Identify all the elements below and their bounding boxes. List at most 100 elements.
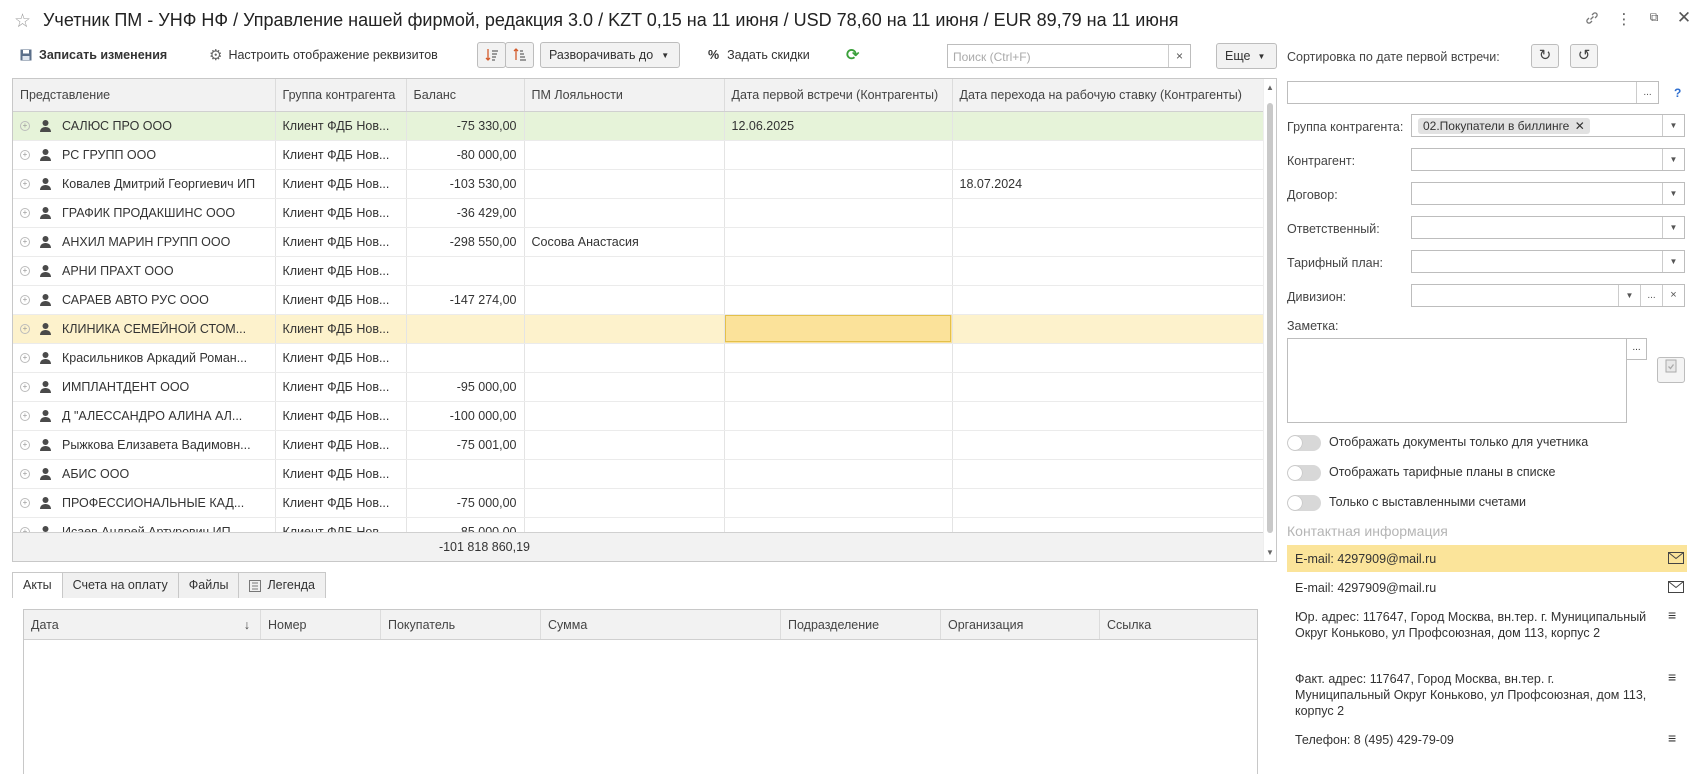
cell-balance[interactable] xyxy=(406,459,525,489)
cell-name[interactable]: + АБИС ООО xyxy=(13,459,276,489)
table-row[interactable]: + САРАЕВ АВТО РУС ООО Клиент ФДБ Нов... -14… xyxy=(13,285,1265,315)
responsible-field[interactable]: ▼ xyxy=(1411,216,1685,239)
cell-first-meeting[interactable] xyxy=(724,140,953,170)
expand-row-icon[interactable]: + xyxy=(20,497,30,508)
toggle-docs-only-accountant[interactable] xyxy=(1287,435,1321,451)
table-row[interactable]: + РС ГРУПП ООО Клиент ФДБ Нов... -80 000,00 xyxy=(13,140,1265,170)
expand-row-icon[interactable]: + xyxy=(20,236,30,247)
scroll-down-icon[interactable]: ▼ xyxy=(1266,548,1274,557)
clear-icon[interactable]: × xyxy=(1662,285,1684,306)
toggle-tariff-plans[interactable] xyxy=(1287,465,1321,481)
cell-rate-date[interactable] xyxy=(952,430,1265,460)
expand-row-icon[interactable]: + xyxy=(20,439,30,450)
cell-loyalty[interactable] xyxy=(524,343,725,373)
save-button[interactable]: Записать изменения xyxy=(20,42,167,68)
tariff-field[interactable]: ▼ xyxy=(1411,250,1685,273)
col-link[interactable]: Ссылка xyxy=(1100,610,1257,639)
expand-row-icon[interactable]: + xyxy=(20,323,30,334)
column-header[interactable]: ПМ Лояльности xyxy=(524,79,725,112)
cell-rate-date[interactable] xyxy=(952,372,1265,402)
cell-rate-date[interactable] xyxy=(952,459,1265,489)
tab-acts[interactable]: Акты xyxy=(12,572,63,598)
cell-balance[interactable] xyxy=(406,256,525,286)
ellipsis-icon[interactable]: ... xyxy=(1640,285,1662,306)
contract-field[interactable]: ▼ xyxy=(1411,182,1685,205)
division-field[interactable]: ▼ ... × xyxy=(1411,284,1685,307)
cell-group[interactable]: Клиент ФДБ Нов... xyxy=(275,372,407,402)
envelope-icon[interactable] xyxy=(1668,581,1684,593)
table-row[interactable]: + Ковалев Дмитрий Георгиевич ИП Клиент ФДБ… xyxy=(13,169,1265,199)
cell-first-meeting[interactable] xyxy=(724,227,953,257)
cell-loyalty[interactable] xyxy=(524,401,725,431)
contact-email[interactable]: E-mail: 4297909@mail.ru xyxy=(1287,580,1687,598)
expand-to-dropdown[interactable]: Разворачивать до ▼ xyxy=(540,42,680,68)
cell-first-meeting[interactable] xyxy=(724,343,953,373)
cell-group[interactable]: Клиент ФДБ Нов... xyxy=(275,285,407,315)
cell-first-meeting[interactable] xyxy=(724,198,953,228)
cell-first-meeting[interactable] xyxy=(724,285,953,315)
cell-group[interactable]: Клиент ФДБ Нов... xyxy=(275,169,407,199)
more-button[interactable]: Еще ▼ xyxy=(1216,43,1277,69)
cell-balance[interactable]: -36 429,00 xyxy=(406,198,525,228)
top-filter-field[interactable]: ... xyxy=(1287,81,1659,104)
expand-row-icon[interactable]: + xyxy=(20,381,30,392)
scroll-up-icon[interactable]: ▲ xyxy=(1266,83,1274,92)
remove-chip-icon[interactable]: ✕ xyxy=(1575,119,1585,133)
cell-group[interactable]: Клиент ФДБ Нов... xyxy=(275,343,407,373)
cell-balance[interactable]: -75 000,00 xyxy=(406,488,525,518)
sort-reset-button[interactable]: ↺ xyxy=(1570,44,1598,68)
chevron-down-icon[interactable]: ▼ xyxy=(1662,217,1684,238)
col-buyer[interactable]: Покупатель xyxy=(381,610,541,639)
cell-name[interactable]: + ГРАФИК ПРОДАКШИНС ООО xyxy=(13,198,276,228)
table-scrollbar[interactable]: ▲ ▼ xyxy=(1263,79,1276,561)
set-discount-button[interactable]: % Задать скидки xyxy=(708,42,810,68)
cell-name[interactable]: + КЛИНИКА СЕМЕЙНОЙ СТОМ... xyxy=(13,314,276,344)
cell-group[interactable]: Клиент ФДБ Нов... xyxy=(275,140,407,170)
counterparty-field[interactable]: ▼ xyxy=(1411,148,1685,171)
cell-loyalty[interactable] xyxy=(524,372,725,402)
expand-row-icon[interactable]: + xyxy=(20,207,30,218)
cell-first-meeting[interactable] xyxy=(724,459,953,489)
sort-asc-button[interactable] xyxy=(477,42,506,68)
table-row[interactable]: + Рыжкова Елизавета Вадимовн... Клиент ФДБ… xyxy=(13,430,1265,460)
cell-name[interactable]: + САРАЕВ АВТО РУС ООО xyxy=(13,285,276,315)
cell-rate-date[interactable] xyxy=(952,488,1265,518)
cell-name[interactable]: + АРНИ ПРАХТ ООО xyxy=(13,256,276,286)
cell-name[interactable]: + САЛЮС ПРО ООО xyxy=(13,111,276,141)
contact-email-primary[interactable]: E-mail: 4297909@mail.ru xyxy=(1287,545,1687,572)
cell-group[interactable]: Клиент ФДБ Нов... xyxy=(275,111,407,141)
configure-fields-button[interactable]: ⚙ Настроить отображение реквизитов xyxy=(209,42,438,68)
cell-balance[interactable]: -95 000,00 xyxy=(406,372,525,402)
favorite-star-icon[interactable]: ☆ xyxy=(14,10,31,33)
contact-legal-address[interactable]: Юр. адрес: 117647, Город Москва, вн.тер.… xyxy=(1287,608,1687,659)
cell-balance[interactable]: -100 000,00 xyxy=(406,401,525,431)
sort-refresh-button[interactable]: ↻ xyxy=(1531,44,1559,68)
tab-files[interactable]: Файлы xyxy=(177,572,240,598)
cell-loyalty[interactable] xyxy=(524,140,725,170)
table-row[interactable]: + ИМПЛАНТДЕНТ ООО Клиент ФДБ Нов... -95 000… xyxy=(13,372,1265,402)
refresh-button[interactable]: ⟳ xyxy=(846,42,859,68)
cell-loyalty[interactable] xyxy=(524,198,725,228)
cell-loyalty[interactable] xyxy=(524,459,725,489)
cell-balance[interactable]: -147 274,00 xyxy=(406,285,525,315)
table-row[interactable]: + АНХИЛ МАРИН ГРУПП ООО Клиент ФДБ Нов... -… xyxy=(13,227,1265,257)
cell-loyalty[interactable] xyxy=(524,488,725,518)
address-menu-icon[interactable]: ≡ xyxy=(1668,670,1684,684)
col-organization[interactable]: Организация xyxy=(941,610,1100,639)
acts-table[interactable]: Дата ↓ Номер Покупатель Сумма Подразделен… xyxy=(23,609,1258,774)
ellipsis-icon[interactable]: ... xyxy=(1626,338,1647,360)
table-row[interactable]: + Д "АЛЕССАНДРО АЛИНА АЛ... Клиент ФДБ Нов… xyxy=(13,401,1265,431)
cell-group[interactable]: Клиент ФДБ Нов... xyxy=(275,227,407,257)
cell-balance[interactable] xyxy=(406,314,525,344)
cell-first-meeting[interactable] xyxy=(724,169,953,199)
cell-rate-date[interactable] xyxy=(952,227,1265,257)
cell-loyalty[interactable] xyxy=(524,285,725,315)
cell-group[interactable]: Клиент ФДБ Нов... xyxy=(275,256,407,286)
cell-name[interactable]: + ПРОФЕССИОНАЛЬНЫЕ КАД... xyxy=(13,488,276,518)
table-row[interactable]: + Красильников Аркадий Роман... Клиент ФДБ… xyxy=(13,343,1265,373)
expand-row-icon[interactable]: + xyxy=(20,294,30,305)
expand-row-icon[interactable]: + xyxy=(20,352,30,363)
table-row[interactable]: + САЛЮС ПРО ООО Клиент ФДБ Нов... -75 330,0… xyxy=(13,111,1265,141)
cell-loyalty[interactable] xyxy=(524,169,725,199)
counterparty-table[interactable]: Представление Группа контрагента Баланс ПМ … xyxy=(12,78,1277,562)
